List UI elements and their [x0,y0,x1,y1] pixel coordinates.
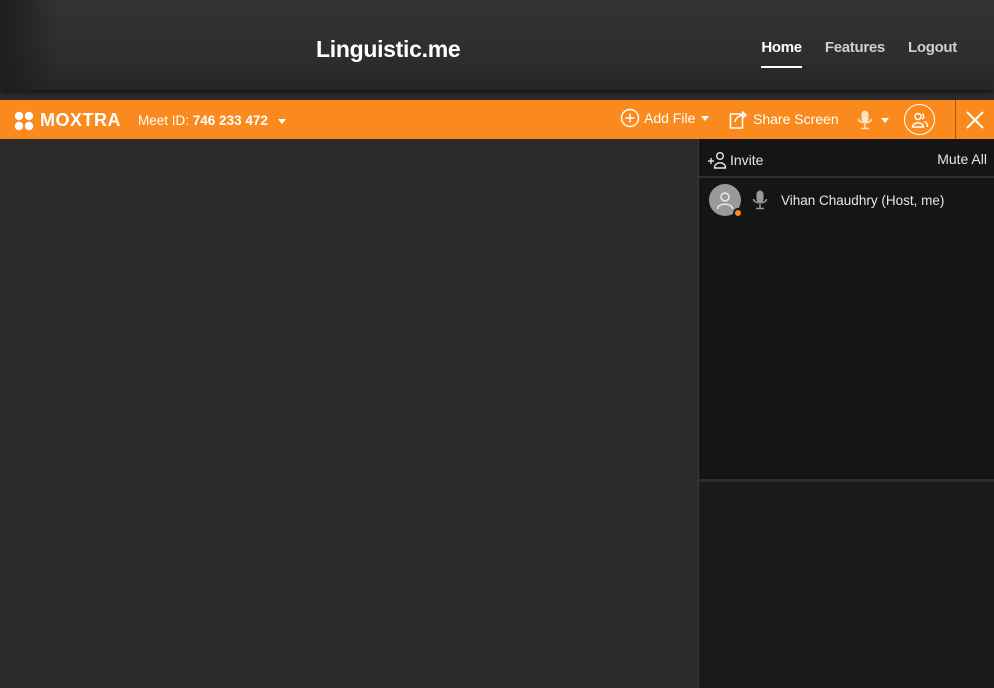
share-screen-icon [729,110,748,129]
site-nav: Home Features Logout [761,39,957,68]
chevron-down-icon [277,118,286,124]
chevron-down-icon [701,115,710,121]
avatar [709,184,743,218]
moxtra-logo-icon [14,111,34,130]
meet-id-value: 746 233 472 [192,113,268,128]
nav-logout-link[interactable]: Logout [908,39,957,68]
participants-panel-header: Invite Mute All [699,139,994,178]
panel-divider [699,479,994,482]
presence-status-dot [733,208,743,218]
participants-icon [911,112,928,128]
moxtra-logo-text: MOXTRA [40,110,121,130]
participants-list-area: Invite Mute All Vihan Chaudhry (Host, me… [699,139,994,479]
participants-button[interactable] [904,104,935,135]
close-icon [966,110,984,129]
mute-all-button[interactable]: Mute All [937,151,987,167]
user-avatar-icon [716,192,734,210]
plus-circle-icon [620,108,640,128]
audio-dropdown-button[interactable] [855,109,889,131]
moxtra-logo: MOXTRA [14,110,121,131]
participants-panel: Invite Mute All Vihan Chaudhry (Host, me… [698,139,994,688]
add-file-label: Add File [644,110,696,126]
invite-label: Invite [730,152,764,168]
meeting-stage [0,139,698,688]
close-meeting-button[interactable] [955,100,994,139]
nav-home-link[interactable]: Home [761,39,802,68]
add-file-button[interactable]: Add File [620,108,710,128]
microphone-icon [857,110,873,130]
participant-row[interactable]: Vihan Chaudhry (Host, me) [709,184,945,218]
meeting-toolbar: MOXTRA Meet ID: 746 233 472 Add File Sha… [0,100,994,139]
add-user-icon [708,152,727,169]
share-screen-label: Share Screen [753,111,839,127]
invite-button[interactable]: Invite [707,151,763,169]
meet-id-dropdown[interactable]: Meet ID: 746 233 472 [138,113,286,128]
site-header: Linguistic.me Home Features Logout [0,0,994,90]
site-brand[interactable]: Linguistic.me [316,36,461,63]
chevron-down-icon [881,117,889,123]
meet-id-label: Meet ID: [138,113,190,128]
share-screen-button[interactable]: Share Screen [729,108,839,130]
microphone-icon[interactable] [751,189,769,211]
participant-name: Vihan Chaudhry (Host, me) [781,192,945,208]
nav-features-link[interactable]: Features [825,39,885,68]
